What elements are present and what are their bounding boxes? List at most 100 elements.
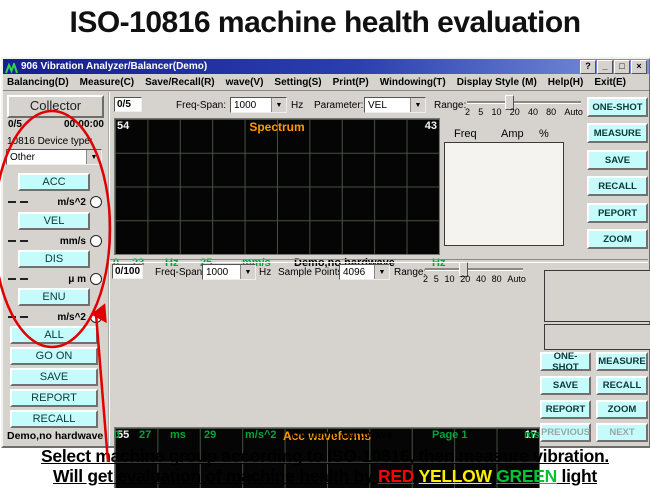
report-button-sidebar[interactable]: REPORT bbox=[10, 389, 98, 407]
device-type-value: Other bbox=[7, 152, 86, 163]
chevron-down-icon[interactable]: ▼ bbox=[410, 98, 425, 112]
freq-span-label-1: Freq-Span: bbox=[176, 100, 226, 111]
spectrum-counter-field: 0/5 bbox=[114, 97, 142, 112]
annotation-line1: Select machine group according to ISO-10… bbox=[0, 446, 650, 466]
dis-button[interactable]: DIS bbox=[18, 250, 90, 268]
acc-button[interactable]: ACC bbox=[18, 173, 90, 191]
enu-button[interactable]: ENU bbox=[18, 288, 90, 306]
parameter-value: VEL bbox=[365, 100, 410, 111]
previous-button[interactable]: PREVIOUS bbox=[540, 423, 591, 442]
waveform-counter-field: 0/100 bbox=[112, 264, 143, 279]
enu-status-lamp[interactable] bbox=[90, 311, 102, 323]
freq-span-value-1: 1000 bbox=[231, 100, 271, 111]
slider-track bbox=[425, 268, 523, 271]
line-style-mark bbox=[8, 201, 16, 203]
zoom-button-waveform[interactable]: ZOOM bbox=[596, 400, 648, 419]
device-type-select[interactable]: Other ▼ bbox=[6, 149, 102, 165]
minimize-button[interactable]: _ bbox=[597, 60, 613, 74]
line-style-mark bbox=[20, 278, 28, 280]
enu-unit-row: m/s^2 bbox=[8, 310, 102, 324]
acc-unit-label: m/s^2 bbox=[57, 197, 86, 208]
vel-button[interactable]: VEL bbox=[18, 212, 90, 230]
menu-display-style[interactable]: Display Style (M) bbox=[457, 77, 537, 88]
device-type-label: 10816 Device type: bbox=[7, 136, 93, 147]
waveform-footer-27: 27 bbox=[139, 429, 151, 441]
line-style-mark bbox=[8, 316, 16, 318]
menu-measure[interactable]: Measure(C) bbox=[80, 77, 134, 88]
menu-help[interactable]: Help(H) bbox=[548, 77, 584, 88]
menu-balancing[interactable]: Balancing(D) bbox=[7, 77, 69, 88]
spectrum-scale-tl: 54 bbox=[117, 120, 129, 132]
collector-count: 0/5 bbox=[8, 119, 22, 130]
acc-unit-row: m/s^2 bbox=[8, 195, 102, 209]
spectrum-chart-title: Spectrum bbox=[115, 120, 439, 134]
waveform-info-box-1 bbox=[544, 270, 650, 322]
enu-unit-label: m/s^2 bbox=[57, 312, 86, 323]
peak-list-box bbox=[444, 142, 564, 246]
zoom-button-spectrum[interactable]: ZOOM bbox=[587, 229, 648, 249]
waveform-footer-0: 0 bbox=[114, 429, 120, 441]
menu-exit[interactable]: Exit(E) bbox=[594, 77, 626, 88]
titlebar: 906 Vibration Analyzer/Balancer(Demo) ? … bbox=[3, 59, 649, 74]
freq-span-value-2: 1000 bbox=[203, 267, 240, 278]
save-button-spectrum[interactable]: SAVE bbox=[587, 150, 648, 170]
waveform-footer-status: Demo,no hardwave bbox=[292, 429, 393, 441]
collector-header: Collector bbox=[7, 95, 104, 118]
collector-sidebar: Collector 0/5 00:00:00 10816 Device type… bbox=[4, 92, 110, 446]
freq-span-unit-2: Hz bbox=[259, 267, 271, 278]
save-button-sidebar[interactable]: SAVE bbox=[10, 368, 98, 386]
green-word: GREEN bbox=[496, 466, 557, 486]
app-window: 906 Vibration Analyzer/Balancer(Demo) ? … bbox=[1, 57, 650, 448]
report-button-waveform[interactable]: REPORT bbox=[540, 400, 591, 419]
recall-button-spectrum[interactable]: RECALL bbox=[587, 176, 648, 196]
maximize-button[interactable]: □ bbox=[614, 60, 630, 74]
annotation-text: Select machine group according to ISO-10… bbox=[0, 446, 650, 486]
chevron-down-icon[interactable]: ▼ bbox=[240, 265, 255, 279]
parameter-select[interactable]: VEL ▼ bbox=[364, 97, 426, 113]
slider-track bbox=[467, 101, 581, 104]
waveform-footer-ms: ms bbox=[170, 429, 186, 441]
vel-status-lamp[interactable] bbox=[90, 235, 102, 247]
freq-span-select-1[interactable]: 1000 ▼ bbox=[230, 97, 287, 113]
peak-header-freq: Freq bbox=[454, 128, 477, 140]
one-shot-button-spectrum[interactable]: ONE-SHOT bbox=[587, 97, 648, 117]
sample-points-select[interactable]: 4096 ▼ bbox=[339, 264, 390, 280]
line-style-mark bbox=[8, 278, 16, 280]
chevron-down-icon[interactable]: ▼ bbox=[271, 98, 286, 112]
menu-save-recall[interactable]: Save/Recall(R) bbox=[145, 77, 214, 88]
menu-wave[interactable]: wave(V) bbox=[226, 77, 264, 88]
parameter-label: Parameter: bbox=[314, 100, 363, 111]
freq-span-unit-1: Hz bbox=[291, 100, 303, 111]
waveform-footer-page: Page 1 bbox=[432, 429, 467, 441]
content-area: 0/5 Freq-Span: 1000 ▼ Hz Parameter: VEL … bbox=[110, 92, 648, 446]
page-title: ISO-10816 machine health evaluation bbox=[0, 6, 650, 40]
menu-setting[interactable]: Setting(S) bbox=[274, 77, 321, 88]
sidebar-status: Demo,no hardwave bbox=[7, 430, 103, 442]
close-button[interactable]: × bbox=[631, 60, 647, 74]
next-button[interactable]: NEXT bbox=[596, 423, 648, 442]
dis-status-lamp[interactable] bbox=[90, 273, 102, 285]
measure-button-spectrum[interactable]: MEASURE bbox=[587, 123, 648, 143]
save-button-waveform[interactable]: SAVE bbox=[540, 376, 591, 395]
one-shot-button-waveform[interactable]: ONE-SHOT bbox=[540, 352, 591, 371]
waveform-footer-xunit: ms bbox=[524, 429, 540, 441]
recall-button-sidebar[interactable]: RECALL bbox=[10, 410, 98, 428]
go-on-button[interactable]: GO ON bbox=[10, 347, 98, 365]
window-title: 906 Vibration Analyzer/Balancer(Demo) bbox=[21, 61, 207, 72]
app-icon bbox=[5, 61, 18, 72]
chevron-down-icon[interactable]: ▼ bbox=[86, 150, 101, 164]
dis-unit-label: μ m bbox=[68, 274, 86, 285]
freq-span-select-2[interactable]: 1000 ▼ bbox=[202, 264, 256, 280]
recall-button-waveform[interactable]: RECALL bbox=[596, 376, 648, 395]
peak-header-amp: Amp bbox=[501, 128, 524, 140]
help-button[interactable]: ? bbox=[580, 60, 596, 74]
all-button[interactable]: ALL bbox=[10, 326, 98, 344]
menu-windowing[interactable]: Windowing(T) bbox=[380, 77, 446, 88]
chevron-down-icon[interactable]: ▼ bbox=[374, 265, 389, 279]
menu-print[interactable]: Print(P) bbox=[333, 77, 369, 88]
line-style-mark bbox=[20, 240, 28, 242]
collector-timer: 00:00:00 bbox=[64, 119, 104, 130]
peport-button-spectrum[interactable]: PEPORT bbox=[587, 203, 648, 223]
measure-button-waveform[interactable]: MEASURE bbox=[596, 352, 648, 371]
acc-status-lamp[interactable] bbox=[90, 196, 102, 208]
